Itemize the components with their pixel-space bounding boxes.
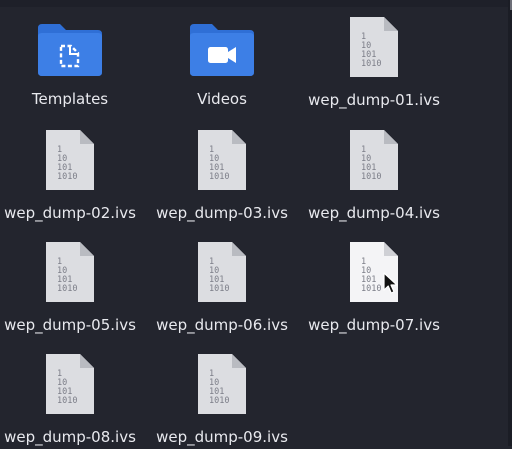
item-label: Templates <box>31 90 109 108</box>
binary-file-icon: 1 10 101 1010 <box>198 354 246 414</box>
item-label: wep_dump-07.ivs <box>308 316 440 334</box>
svg-text:1010: 1010 <box>361 59 381 69</box>
file-item-wep-dump-01[interactable]: 1 10 101 1010 wep_dump-01.ivs <box>299 0 449 112</box>
folder-templates-icon <box>38 24 102 76</box>
binary-file-icon: 1 10 101 1010 <box>350 17 398 77</box>
file-item-wep-dump-07[interactable]: 1 10 101 1010 wep_dump-07.ivs <box>299 225 449 337</box>
file-grid: Templates Videos 1 10 101 1010 wep_dump-… <box>0 0 512 446</box>
item-label: wep_dump-05.ivs <box>4 316 136 334</box>
svg-text:1010: 1010 <box>209 172 229 182</box>
svg-text:1010: 1010 <box>209 284 229 294</box>
binary-file-icon: 1 10 101 1010 <box>350 130 398 190</box>
item-label: wep_dump-08.ivs <box>4 428 136 446</box>
file-item-wep-dump-05[interactable]: 1 10 101 1010 wep_dump-05.ivs <box>0 225 145 337</box>
binary-file-icon: 1 10 101 1010 <box>46 242 94 302</box>
binary-file-icon: 1 10 101 1010 <box>198 130 246 190</box>
scrollbar[interactable] <box>508 0 512 446</box>
file-item-wep-dump-04[interactable]: 1 10 101 1010 wep_dump-04.ivs <box>299 113 449 225</box>
svg-text:1010: 1010 <box>361 284 381 294</box>
file-item-wep-dump-08[interactable]: 1 10 101 1010 wep_dump-08.ivs <box>0 337 145 449</box>
binary-file-icon: 1 10 101 1010 <box>198 242 246 302</box>
item-label: wep_dump-03.ivs <box>156 204 288 222</box>
item-label: wep_dump-09.ivs <box>156 428 288 446</box>
file-item-wep-dump-02[interactable]: 1 10 101 1010 wep_dump-02.ivs <box>0 113 145 225</box>
file-item-wep-dump-09[interactable]: 1 10 101 1010 wep_dump-09.ivs <box>147 337 297 449</box>
svg-text:1010: 1010 <box>209 396 229 406</box>
svg-text:1010: 1010 <box>57 284 77 294</box>
folder-item-templates[interactable]: Templates <box>0 0 145 112</box>
file-item-wep-dump-06[interactable]: 1 10 101 1010 wep_dump-06.ivs <box>147 225 297 337</box>
mouse-cursor-icon <box>383 272 398 294</box>
binary-file-icon: 1 10 101 1010 <box>46 354 94 414</box>
item-label: wep_dump-04.ivs <box>308 204 440 222</box>
item-label: wep_dump-01.ivs <box>308 91 440 109</box>
file-item-wep-dump-03[interactable]: 1 10 101 1010 wep_dump-03.ivs <box>147 113 297 225</box>
item-label: Videos <box>197 90 247 108</box>
binary-file-icon: 1 10 101 1010 <box>46 130 94 190</box>
folder-item-videos[interactable]: Videos <box>147 0 297 112</box>
item-label: wep_dump-02.ivs <box>4 204 136 222</box>
svg-text:1010: 1010 <box>361 172 381 182</box>
folder-videos-icon <box>190 24 254 76</box>
svg-text:1010: 1010 <box>57 172 77 182</box>
item-label: wep_dump-06.ivs <box>156 316 288 334</box>
svg-text:1010: 1010 <box>57 396 77 406</box>
